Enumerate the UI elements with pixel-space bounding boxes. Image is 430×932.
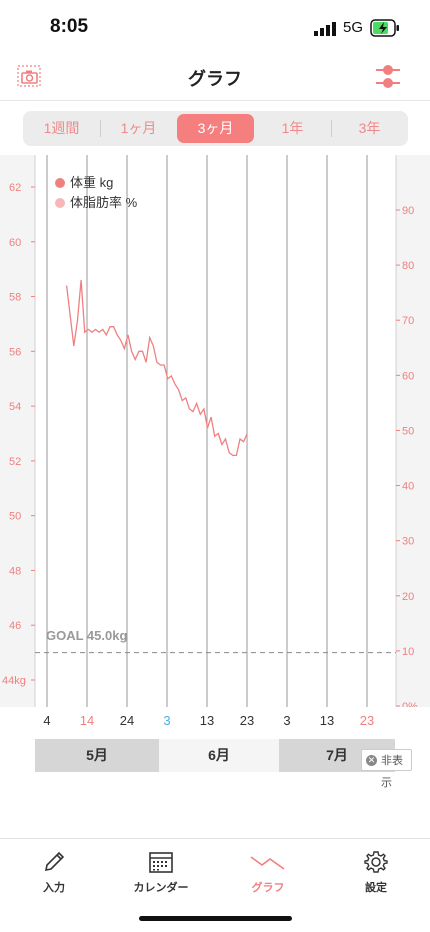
segment-divider	[331, 120, 332, 137]
tab-calendar[interactable]: カレンダー	[121, 849, 201, 895]
tab-settings[interactable]: 設定	[336, 849, 416, 895]
tab-calendar-label: カレンダー	[133, 882, 189, 894]
x-tick-label: 14	[79, 713, 95, 728]
status-bar: 8:05 5G	[0, 0, 430, 55]
segment-3[interactable]: 1年	[254, 111, 331, 146]
y-left-tick: 62	[9, 182, 21, 194]
goal-label: GOAL 45.0kg	[46, 628, 128, 643]
segment-2[interactable]: 3ヶ月	[177, 114, 254, 143]
status-time: 8:05	[50, 16, 89, 37]
segment-4[interactable]: 3年	[331, 111, 408, 146]
month-selector: 5月 6月 7月	[35, 739, 395, 772]
pencil-icon	[44, 851, 65, 872]
month-prev[interactable]: 5月	[35, 739, 159, 772]
y-right-tick: 60	[402, 370, 414, 382]
weight-dot-icon	[55, 178, 65, 188]
network-label: 5G	[343, 19, 364, 36]
x-tick-label: 3	[163, 713, 171, 728]
close-icon: ✕	[366, 755, 377, 766]
signal-icon	[314, 22, 336, 36]
y-right-tick: 40	[402, 481, 414, 493]
battery-charging-icon	[370, 19, 399, 37]
y-right-tick: 80	[402, 260, 414, 272]
hide-button[interactable]: ✕ 非表示	[361, 749, 412, 789]
legend-fat-label: 体脂肪率 %	[70, 195, 138, 210]
filter-icon[interactable]	[374, 62, 402, 90]
y-left-tick: 56	[9, 346, 21, 358]
legend-weight-label: 体重 kg	[70, 175, 114, 190]
chart-canvas: 62 60 58 56 54 52 50 48 46 44kg 90 80 70 60 50 40 30 20 10…	[0, 155, 430, 707]
segment-divider	[100, 120, 101, 137]
y-left-tick: 52	[9, 456, 21, 468]
tab-input[interactable]: 入力	[14, 849, 94, 895]
x-tick-label: 23	[359, 713, 375, 728]
calendar-icon	[149, 852, 173, 873]
x-tick-label: 13	[199, 713, 215, 728]
y-right-tick: 10	[402, 646, 414, 658]
weight-series-line	[65, 280, 248, 457]
gear-icon	[364, 851, 388, 873]
legend-fat[interactable]: 体脂肪率 %	[55, 194, 137, 214]
y-left-tick: 46	[9, 620, 21, 632]
tab-input-label: 入力	[43, 882, 65, 894]
hide-button-label: 非表示	[381, 755, 403, 789]
y-right-tick: 20	[402, 591, 414, 603]
segment-1[interactable]: 1ヶ月	[100, 111, 177, 146]
tab-graph-label: グラフ	[251, 882, 285, 894]
y-right-tick: 70	[402, 315, 414, 327]
y-right-tick: 50	[402, 425, 414, 437]
y-left-tick: 44kg	[2, 675, 26, 687]
fat-dot-icon	[55, 198, 65, 208]
x-tick-label: 3	[283, 713, 291, 728]
x-axis: 4 14 24 3 13 23 3 13 23	[0, 707, 430, 737]
y-left-tick: 60	[9, 237, 21, 249]
page-title: グラフ	[188, 69, 242, 89]
nav-bar: グラフ	[0, 55, 430, 101]
y-right-tick: 30	[402, 536, 414, 548]
x-tick-label: 24	[119, 713, 135, 728]
tab-settings-label: 設定	[365, 882, 387, 894]
weight-chart: 62 60 58 56 54 52 50 48 46 44kg 90 80 70 60 50 40 30 20 10…	[0, 155, 430, 707]
y-left-tick: 48	[9, 565, 21, 577]
chart-legend: 体重 kg 体脂肪率 %	[55, 174, 137, 214]
legend-weight[interactable]: 体重 kg	[55, 174, 137, 194]
segment-0[interactable]: 1週間	[23, 111, 100, 146]
y-left-tick: 58	[9, 292, 21, 304]
y-left-tick: 54	[9, 401, 21, 413]
y-right-tick: 90	[402, 205, 414, 217]
period-segmented-control: 1週間 1ヶ月 3ヶ月 1年 3年	[23, 111, 408, 146]
graph-icon	[250, 856, 285, 870]
home-indicator	[139, 916, 292, 921]
x-tick-label: 4	[43, 713, 51, 728]
tab-graph[interactable]: グラフ	[228, 849, 308, 895]
month-current[interactable]: 6月	[159, 739, 279, 772]
y-left-tick: 50	[9, 511, 21, 523]
x-tick-label: 13	[319, 713, 335, 728]
x-tick-label: 23	[239, 713, 255, 728]
